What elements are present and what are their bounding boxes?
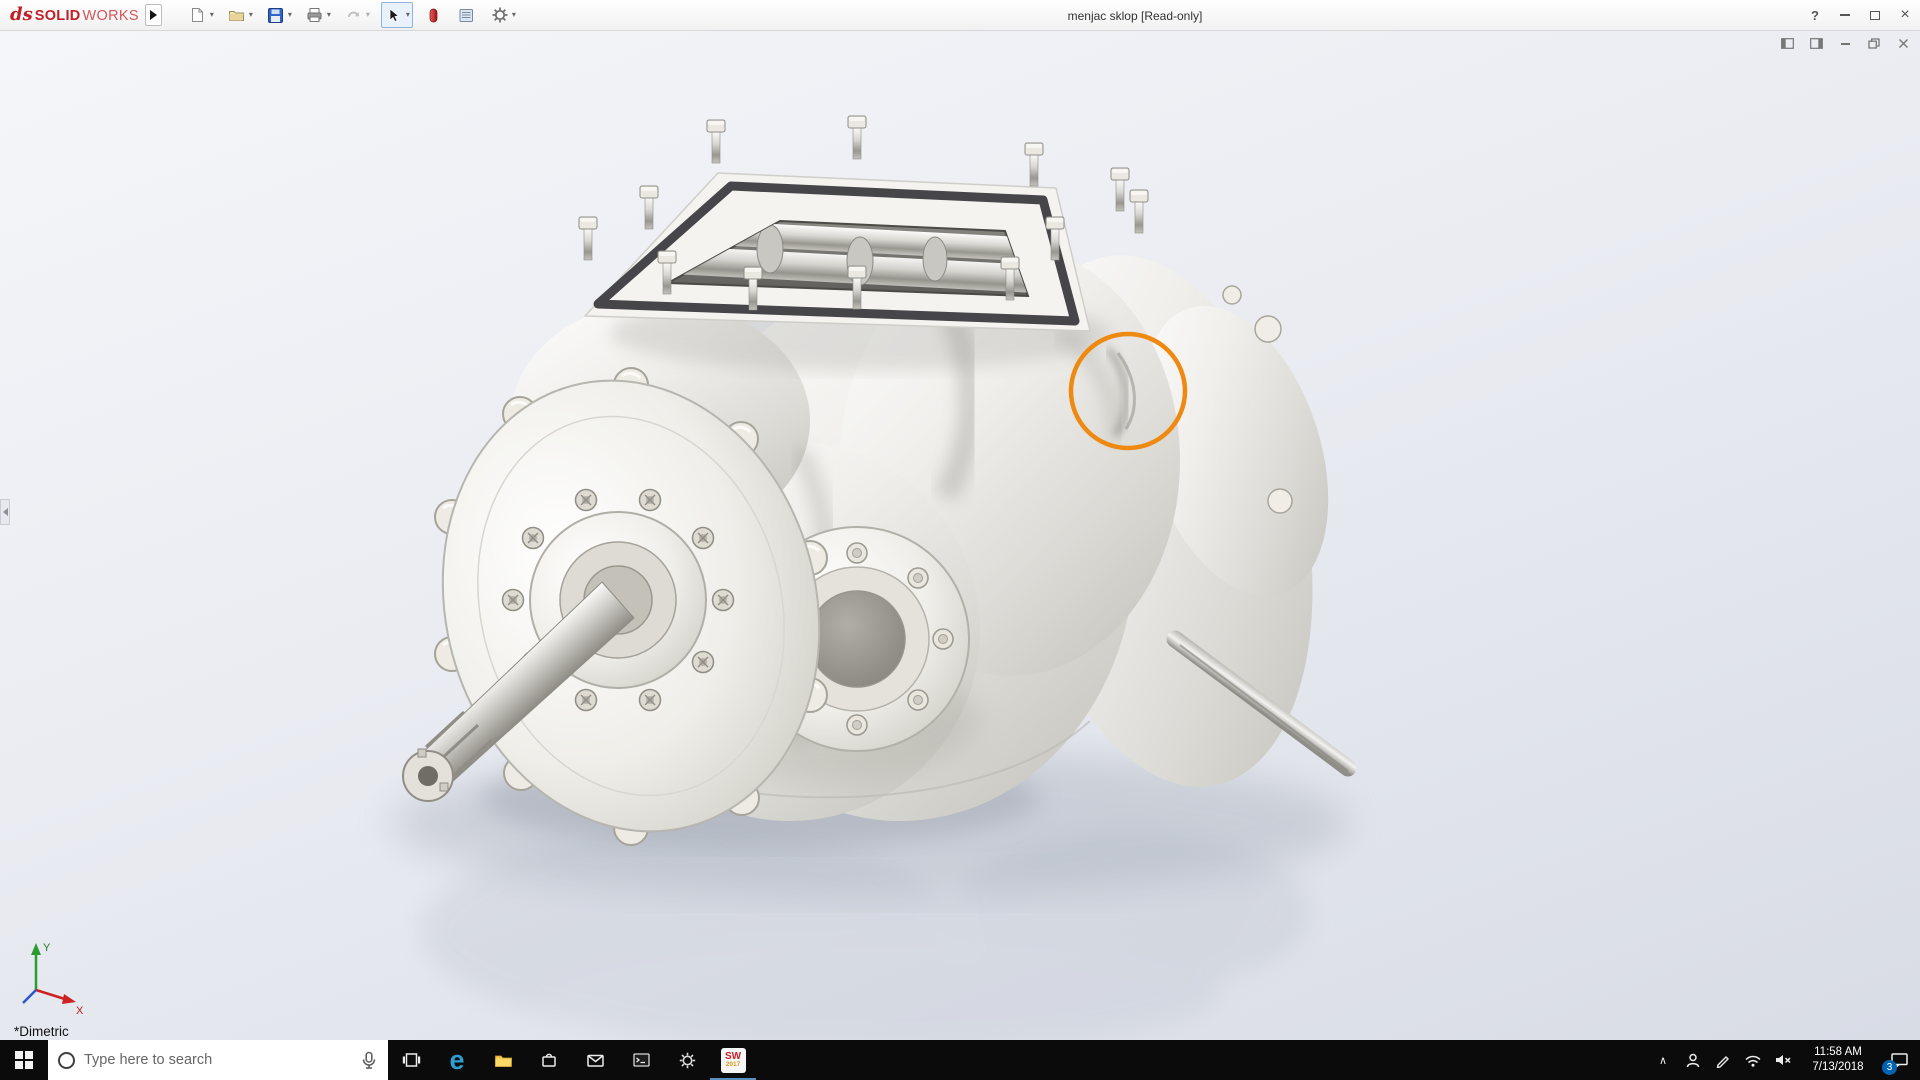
chevron-left-icon (2, 508, 8, 516)
ds-monogram-icon: ds (10, 4, 33, 25)
solidworks-logo: ds SOLID WORKS (0, 4, 139, 25)
print-dropdown[interactable]: ▾ (327, 11, 331, 19)
wifi-icon (1745, 1055, 1761, 1067)
save-icon (268, 7, 284, 23)
mail-icon (586, 1054, 604, 1067)
search-input[interactable] (84, 1052, 351, 1068)
store-button[interactable] (526, 1040, 572, 1080)
open-folder-icon (229, 11, 245, 21)
system-tray: ∧ 11:58 AM 7/13/2018 3 (1648, 1040, 1920, 1080)
y-axis-label: Y (43, 942, 51, 954)
gearbox-model[interactable] (0, 31, 1920, 1040)
network-button[interactable] (1738, 1040, 1768, 1080)
file-explorer-icon (494, 1055, 512, 1067)
maximize-icon (1870, 10, 1880, 20)
file-explorer-button[interactable] (480, 1040, 526, 1080)
top-cover (578, 115, 1149, 332)
x-axis-label: X (76, 1005, 84, 1016)
settings-button[interactable] (664, 1040, 710, 1080)
document-window-controls (1778, 36, 1912, 51)
save-button[interactable] (266, 5, 286, 25)
hidden-icons-button[interactable]: ∧ (1648, 1040, 1678, 1080)
task-view-button[interactable] (388, 1040, 434, 1080)
solidworks-window: ds SOLID WORKS ▾ ▾ ▾ ▾ ▾ ▾ ▾ menjac sklo… (0, 0, 1920, 1080)
edge-icon: e (449, 1044, 465, 1075)
brand-works-text: WORKS (82, 8, 139, 24)
action-center-button[interactable]: 3 (1878, 1040, 1920, 1080)
show-pane-right-button[interactable] (1807, 36, 1825, 51)
new-document-button[interactable] (188, 5, 208, 25)
restore-document-button[interactable] (1865, 36, 1883, 51)
pane-left-icon (1780, 38, 1794, 49)
window-controls: ? × (1800, 0, 1920, 30)
print-button[interactable] (305, 5, 325, 25)
store-bag-icon (542, 1053, 556, 1067)
clock-time: 11:58 AM (1814, 1046, 1862, 1059)
open-button[interactable] (227, 5, 247, 25)
command-prompt-button[interactable] (618, 1040, 664, 1080)
model-reflection (420, 831, 1310, 1040)
z-axis (22, 989, 37, 1004)
settings-gear-icon (679, 1052, 695, 1068)
new-document-dropdown[interactable]: ▾ (210, 11, 214, 19)
close-button[interactable]: × (1890, 0, 1920, 30)
minimize-document-button[interactable] (1836, 36, 1854, 51)
volume-muted-icon (1775, 1055, 1791, 1065)
microphone-icon[interactable] (360, 1051, 378, 1070)
solidworks-taskbar-button[interactable]: SW 2017 (710, 1040, 756, 1080)
cortana-icon (58, 1051, 75, 1069)
start-button[interactable] (0, 1040, 48, 1080)
minimize-icon (1840, 42, 1850, 45)
command-prompt-icon (632, 1053, 650, 1067)
windows-logo-icon (15, 1051, 33, 1069)
y-axis-arrow (31, 943, 41, 955)
close-document-button[interactable] (1894, 36, 1912, 51)
volume-button[interactable] (1768, 1040, 1798, 1080)
help-button[interactable]: ? (1800, 0, 1830, 30)
show-pane-left-button[interactable] (1778, 36, 1796, 51)
taskbar-clock[interactable]: 11:58 AM 7/13/2018 (1798, 1040, 1878, 1080)
flyout-arrow-icon (149, 10, 157, 20)
print-group: ▾ (303, 3, 333, 27)
pane-right-icon (1809, 38, 1823, 49)
x-axis-arrow (62, 994, 76, 1004)
chevron-up-icon: ∧ (1658, 1054, 1668, 1067)
save-dropdown[interactable]: ▾ (288, 11, 292, 19)
close-icon (1898, 39, 1908, 48)
titlebar: ds SOLID WORKS ▾ ▾ ▾ ▾ ▾ ▾ ▾ menjac sklo… (0, 0, 1920, 31)
solidworks-app-icon: SW 2017 (720, 1047, 746, 1073)
new-document-group: ▾ (186, 3, 216, 27)
print-icon (307, 8, 322, 22)
graphics-area[interactable]: Y X *Dimetric (0, 31, 1920, 1040)
edge-button[interactable]: e (434, 1040, 480, 1080)
minimize-icon (1840, 14, 1850, 16)
menu-flyout-button[interactable] (144, 4, 162, 26)
task-view-icon (402, 1053, 420, 1067)
pen-icon (1716, 1056, 1729, 1068)
orientation-triad: Y X (22, 942, 84, 1016)
document-title: menjac sklop [Read-only] (1067, 9, 1203, 23)
minimize-button[interactable] (1830, 0, 1860, 30)
taskbar-search[interactable] (48, 1040, 388, 1080)
mail-button[interactable] (572, 1040, 618, 1080)
people-button[interactable] (1678, 1040, 1708, 1080)
clock-date: 7/13/2018 (1812, 1061, 1864, 1073)
view-orientation-label: *Dimetric (14, 1024, 69, 1039)
windows-taskbar: e SW 2017 ∧ (0, 1040, 1920, 1080)
collapse-panel-arrow[interactable] (0, 499, 10, 525)
save-group: ▾ (264, 3, 294, 27)
open-group: ▾ (225, 3, 255, 27)
restore-icon (1868, 38, 1880, 49)
notification-count-badge: 3 (1882, 1060, 1897, 1075)
people-icon (1686, 1053, 1700, 1067)
new-document-icon (192, 8, 204, 22)
brand-solid-text: SOLID (34, 8, 81, 24)
pen-button[interactable] (1708, 1040, 1738, 1080)
open-dropdown[interactable]: ▾ (249, 11, 253, 19)
maximize-button[interactable] (1860, 0, 1890, 30)
